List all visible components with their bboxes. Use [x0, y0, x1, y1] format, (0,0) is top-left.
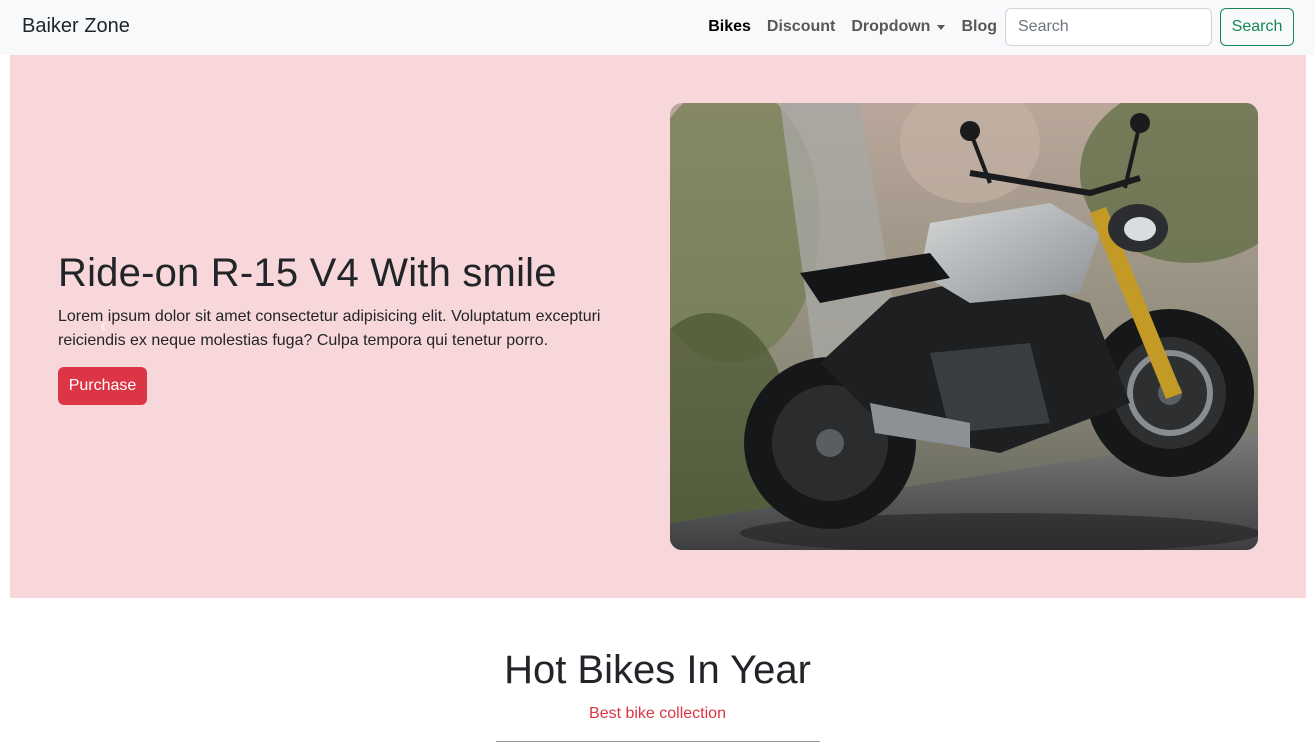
caret-down-icon — [937, 24, 946, 30]
section-divider — [496, 741, 820, 742]
motorcycle-image — [670, 103, 1258, 550]
purchase-button[interactable]: Purchase — [58, 367, 147, 405]
brand-logo[interactable]: Baiker Zone — [22, 15, 130, 38]
carousel-prev-icon[interactable]: ‹ — [100, 315, 107, 338]
section-title: Hot Bikes In Year — [504, 648, 811, 692]
section-subtitle: Best bike collection — [589, 705, 726, 722]
nav-link-bikes[interactable]: Bikes — [708, 18, 751, 36]
nav-link-blog[interactable]: Blog — [961, 18, 997, 36]
hero-title: Ride-on R-15 V4 With smile — [58, 251, 557, 295]
search-input[interactable] — [1005, 8, 1212, 46]
nav-link-discount[interactable]: Discount — [767, 18, 835, 36]
nav-dropdown[interactable]: Dropdown — [851, 18, 946, 36]
hero-description: Lorem ipsum dolor sit amet consectetur a… — [58, 308, 601, 349]
nav-dropdown-label: Dropdown — [851, 18, 931, 35]
hero-carousel: Ride-on R-15 V4 With smile Lorem ipsum d… — [10, 55, 1306, 598]
navbar: Baiker Zone Bikes Discount Dropdown Blog… — [0, 0, 1315, 55]
nav-menu: Bikes Discount Dropdown Blog Search — [708, 8, 1294, 46]
search-button[interactable]: Search — [1220, 8, 1294, 46]
